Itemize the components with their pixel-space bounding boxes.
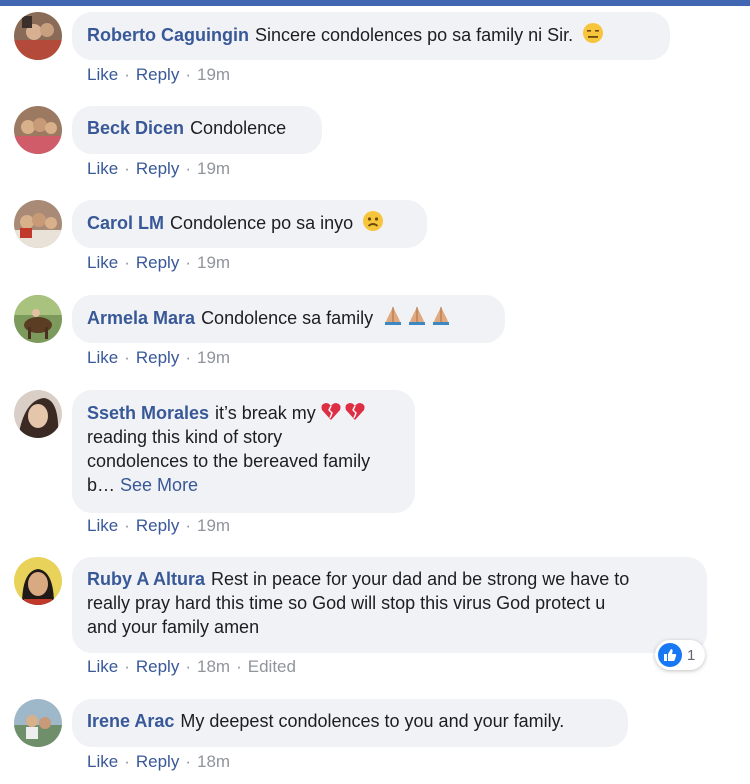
comment-line: really pray hard this time so God will s… bbox=[87, 593, 606, 613]
separator: · bbox=[185, 516, 191, 535]
comment-actions: Like · Reply · 19m bbox=[87, 253, 230, 273]
like-link[interactable]: Like bbox=[87, 159, 118, 178]
comment-text: b… bbox=[87, 475, 116, 495]
reply-link[interactable]: Reply bbox=[136, 516, 179, 535]
comment-bubble: Irene Arac My deepest condolences to you … bbox=[72, 699, 628, 747]
comment-text: Condolence sa family bbox=[201, 308, 374, 328]
timestamp[interactable]: 19m bbox=[197, 65, 230, 84]
avatar[interactable] bbox=[14, 390, 62, 438]
timestamp[interactable]: 19m bbox=[197, 516, 230, 535]
reply-link[interactable]: Reply bbox=[136, 253, 179, 272]
comment-actions: Like · Reply · 19m bbox=[87, 159, 230, 179]
comment-bubble: Sseth Morales it’s break my reading this … bbox=[72, 390, 415, 513]
reply-link[interactable]: Reply bbox=[136, 657, 179, 676]
avatar[interactable] bbox=[14, 200, 62, 248]
comment-text: Condolence po sa inyo bbox=[170, 213, 354, 233]
separator: · bbox=[185, 752, 191, 771]
timestamp[interactable]: 18m bbox=[197, 657, 230, 676]
comment-author[interactable]: Sseth Morales bbox=[87, 403, 209, 423]
comment-line: condolences to the bereaved family bbox=[87, 451, 371, 471]
folded-hands-icon bbox=[382, 305, 404, 327]
avatar[interactable] bbox=[14, 699, 62, 747]
folded-hands-icon bbox=[430, 305, 452, 327]
comment-author[interactable]: Ruby A Altura bbox=[87, 569, 205, 589]
separator: · bbox=[185, 657, 191, 676]
comment-line: b… See More bbox=[87, 473, 401, 497]
comment-bubble: Roberto Caguingin Sincere condolences po … bbox=[72, 12, 670, 60]
comment-author[interactable]: Armela Mara bbox=[87, 308, 195, 328]
top-bar bbox=[0, 0, 750, 6]
timestamp[interactable]: 19m bbox=[197, 253, 230, 272]
comment-author[interactable]: Roberto Caguingin bbox=[87, 25, 249, 45]
separator: · bbox=[236, 657, 242, 676]
like-link[interactable]: Like bbox=[87, 65, 118, 84]
expressionless-face-icon bbox=[582, 22, 604, 44]
comment-line: Sseth Morales it’s break my bbox=[87, 400, 401, 425]
reply-link[interactable]: Reply bbox=[136, 159, 179, 178]
timestamp[interactable]: 18m bbox=[197, 752, 230, 771]
like-link[interactable]: Like bbox=[87, 516, 118, 535]
separator: · bbox=[124, 253, 130, 272]
avatar[interactable] bbox=[14, 295, 62, 343]
like-link[interactable]: Like bbox=[87, 752, 118, 771]
reply-link[interactable]: Reply bbox=[136, 752, 179, 771]
separator: · bbox=[124, 657, 130, 676]
see-more-link[interactable]: See More bbox=[120, 475, 198, 495]
comment-author[interactable]: Beck Dicen bbox=[87, 118, 184, 138]
like-link[interactable]: Like bbox=[87, 657, 118, 676]
reply-link[interactable]: Reply bbox=[136, 348, 179, 367]
like-link[interactable]: Like bbox=[87, 253, 118, 272]
comment-actions: Like · Reply · 19m bbox=[87, 348, 230, 368]
separator: · bbox=[185, 65, 191, 84]
comment-author[interactable]: Irene Arac bbox=[87, 711, 174, 731]
comment-text: My deepest condolences to you and your f… bbox=[180, 711, 565, 731]
comment-bubble: Beck Dicen Condolence bbox=[72, 106, 322, 154]
reaction-count: 1 bbox=[687, 646, 696, 664]
like-link[interactable]: Like bbox=[87, 348, 118, 367]
comment-actions: Like · Reply · 18m · Edited bbox=[87, 657, 296, 677]
separator: · bbox=[124, 516, 130, 535]
broken-heart-icon bbox=[344, 400, 366, 422]
timestamp[interactable]: 19m bbox=[197, 159, 230, 178]
comment-line: and your family amen bbox=[87, 617, 260, 637]
folded-hands-icon bbox=[406, 305, 428, 327]
reply-link[interactable]: Reply bbox=[136, 65, 179, 84]
comment-text: it’s break my bbox=[215, 403, 316, 423]
comment-actions: Like · Reply · 19m bbox=[87, 65, 230, 85]
separator: · bbox=[185, 159, 191, 178]
separator: · bbox=[124, 65, 130, 84]
separator: · bbox=[124, 752, 130, 771]
comment-bubble: Armela Mara Condolence sa family bbox=[72, 295, 505, 343]
comment-bubble: Carol LM Condolence po sa inyo bbox=[72, 200, 427, 248]
avatar[interactable] bbox=[14, 12, 62, 60]
avatar[interactable] bbox=[14, 557, 62, 605]
avatar[interactable] bbox=[14, 106, 62, 154]
comment-line: reading this kind of story bbox=[87, 427, 283, 447]
edited-label[interactable]: Edited bbox=[248, 657, 296, 676]
comment-line: Ruby A Altura Rest in peace for your dad … bbox=[87, 567, 693, 591]
comment-author[interactable]: Carol LM bbox=[87, 213, 164, 233]
comment-bubble: Ruby A Altura Rest in peace for your dad … bbox=[72, 557, 707, 653]
reaction-summary[interactable]: 1 bbox=[655, 640, 705, 670]
separator: · bbox=[124, 348, 130, 367]
separator: · bbox=[185, 348, 191, 367]
comment-text: Rest in peace for your dad and be strong… bbox=[211, 569, 630, 589]
like-reaction-icon bbox=[658, 643, 682, 667]
separator: · bbox=[124, 159, 130, 178]
separator: · bbox=[185, 253, 191, 272]
timestamp[interactable]: 19m bbox=[197, 348, 230, 367]
comment-text: Condolence bbox=[190, 118, 287, 138]
broken-heart-icon bbox=[320, 400, 342, 422]
comment-actions: Like · Reply · 18m bbox=[87, 752, 230, 772]
comment-actions: Like · Reply · 19m bbox=[87, 516, 230, 536]
worried-face-icon bbox=[362, 210, 384, 232]
comment-text: Sincere condolences po sa family ni Sir. bbox=[254, 25, 574, 45]
